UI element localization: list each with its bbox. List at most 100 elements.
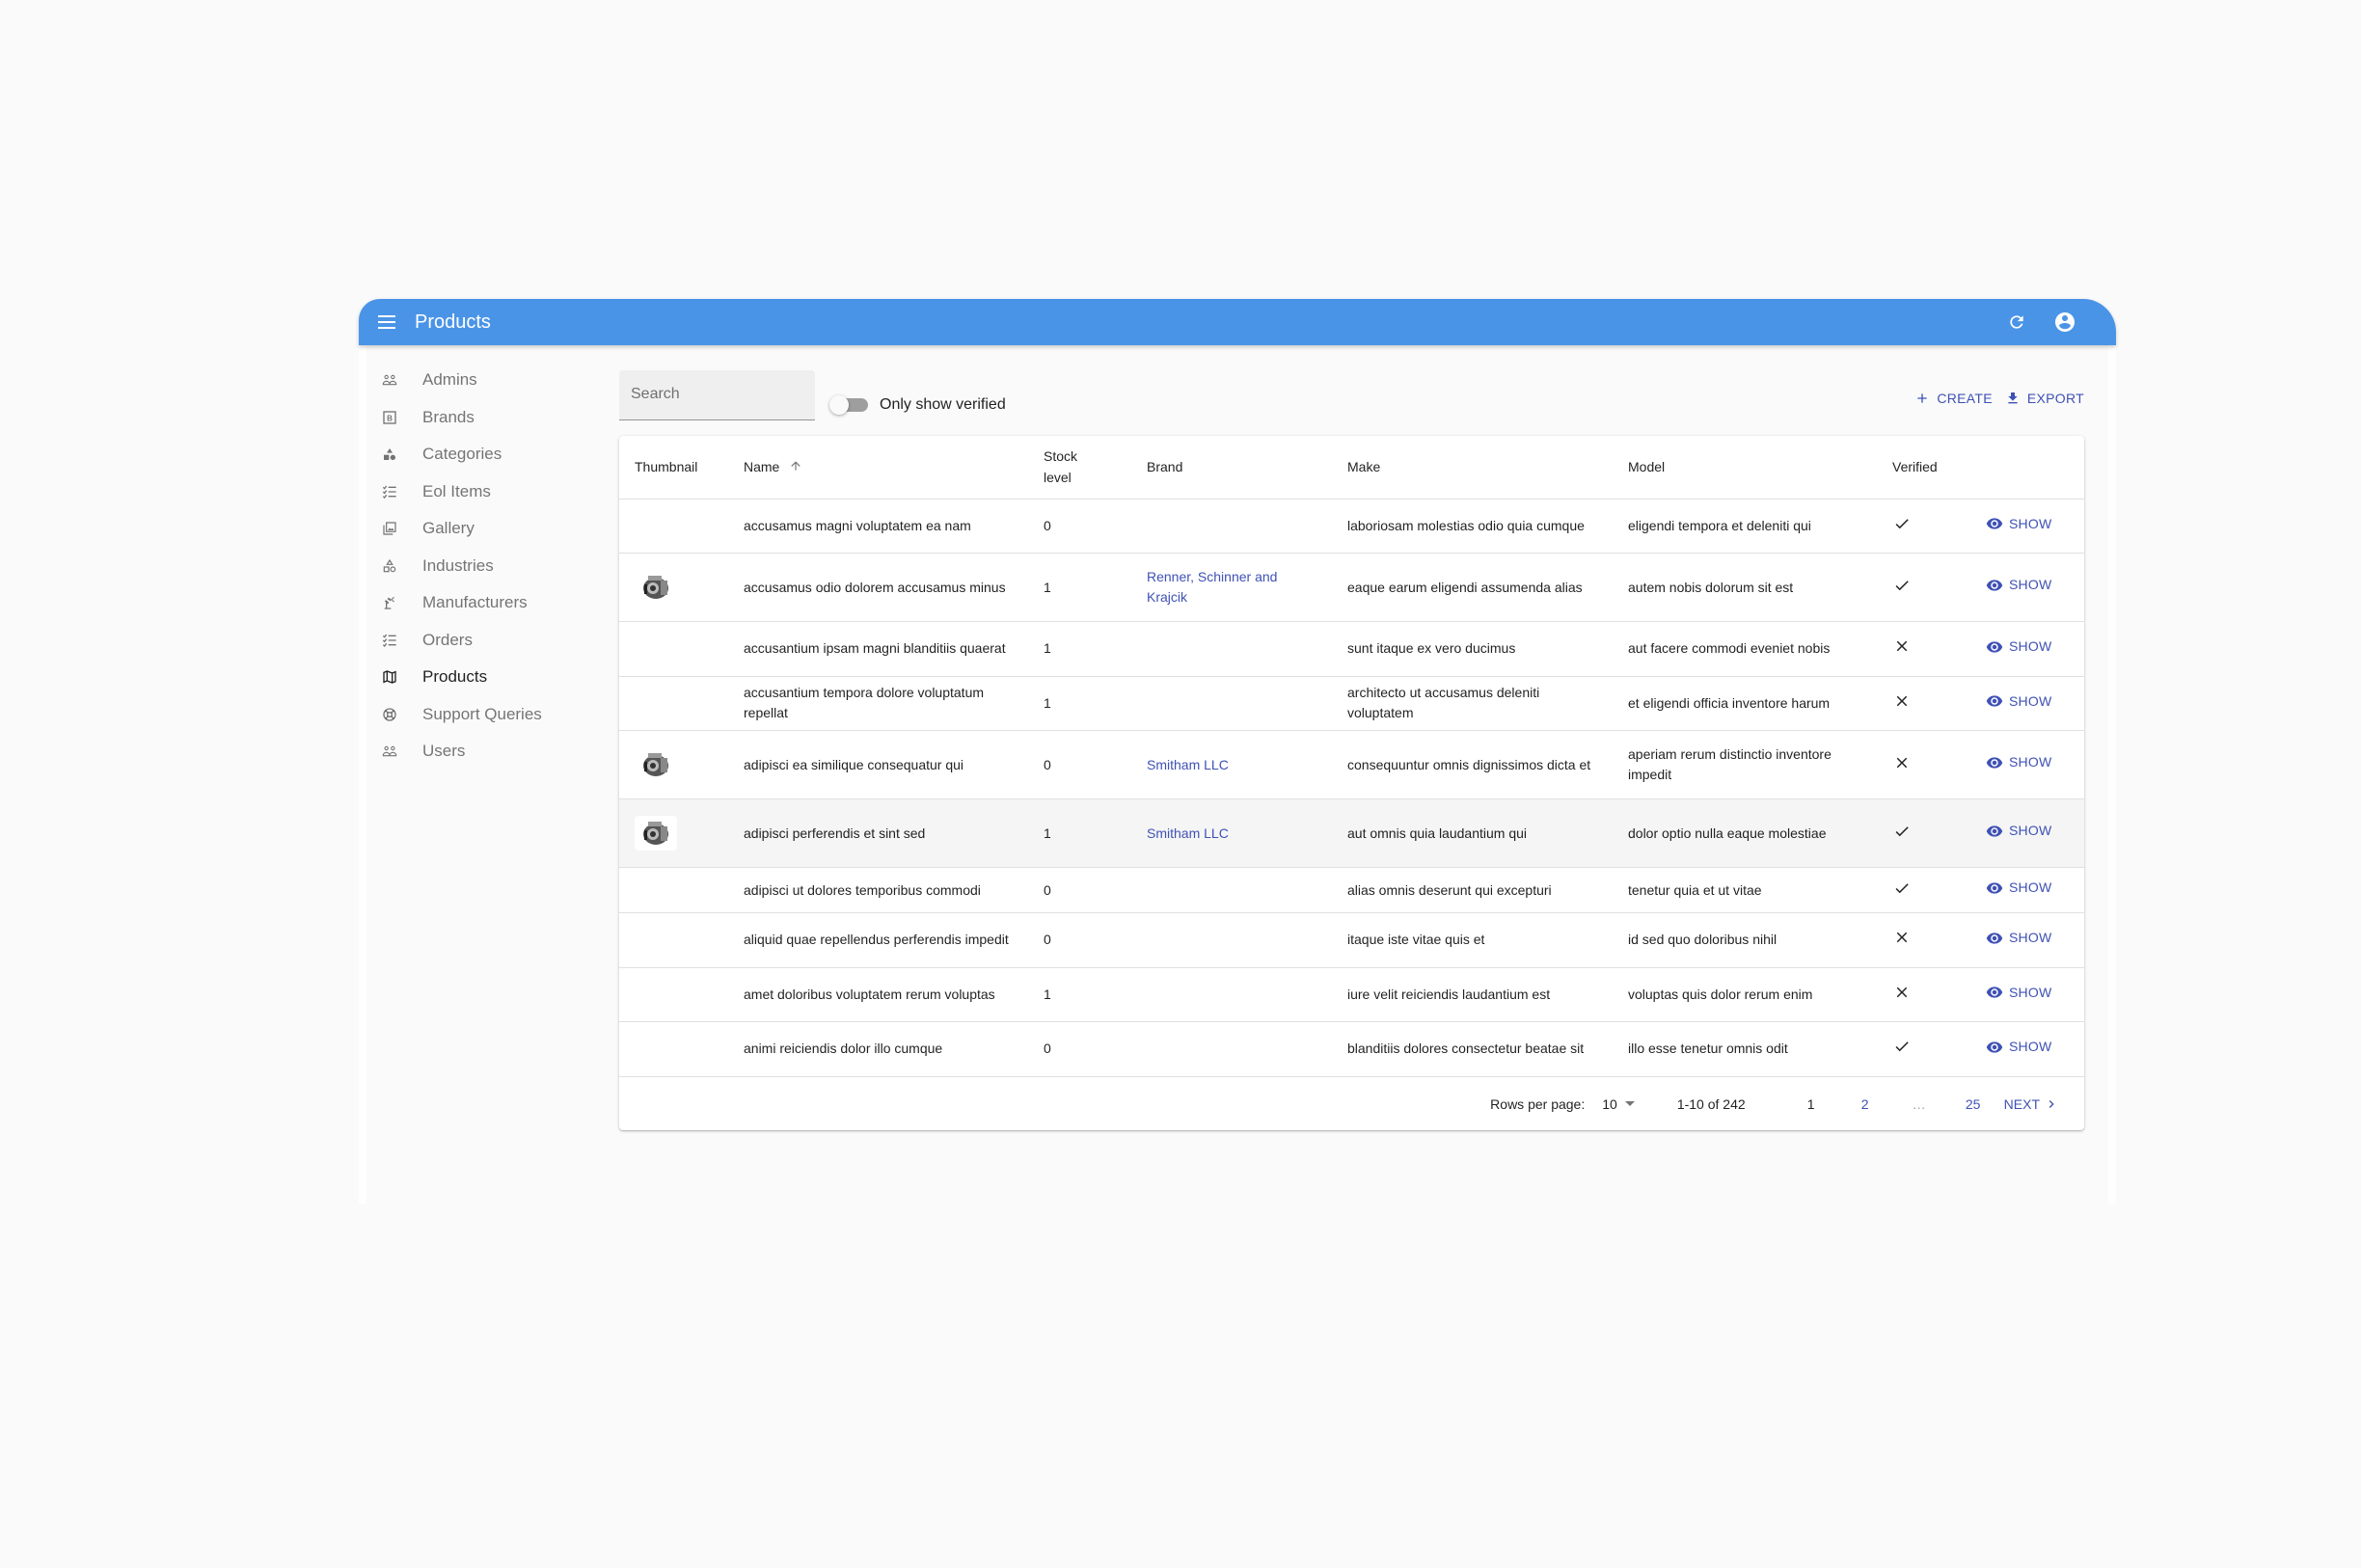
page-1-button[interactable]: 1 (1802, 1096, 1821, 1112)
export-label: EXPORT (2026, 391, 2084, 406)
verified-cell (1877, 499, 1970, 554)
sidebar-item-industries[interactable]: Industries (381, 548, 612, 585)
name-cell: accusamus magni voluptatem ea nam (728, 499, 1028, 554)
search-field[interactable] (619, 370, 815, 420)
name-cell: aliquid quae repellendus perferendis imp… (728, 912, 1028, 968)
show-button[interactable]: SHOW (1986, 1037, 2051, 1057)
make-cell: itaque iste vitae quis et (1332, 912, 1613, 968)
create-button[interactable]: CREATE (1913, 390, 1993, 407)
show-label: SHOW (2009, 577, 2052, 593)
people-icon (381, 371, 398, 389)
brand-link[interactable]: Smitham LLC (1147, 757, 1229, 772)
sidebar-item-admins[interactable]: Admins (381, 362, 612, 399)
export-button[interactable]: EXPORT (2004, 390, 2084, 407)
toggle-switch[interactable] (829, 395, 868, 415)
make-cell: architecto ut accusamus deleniti volupta… (1332, 676, 1613, 731)
sidebar-item-gallery[interactable]: Gallery (381, 510, 612, 548)
column-header-stock-level[interactable]: Stock level (1028, 436, 1131, 500)
thumbnail-cell (619, 730, 728, 799)
next-page-button[interactable]: NEXT (2004, 1096, 2059, 1112)
show-button[interactable]: SHOW (1986, 878, 2051, 898)
sidebar-item-support-queries[interactable]: Support Queries (381, 696, 612, 734)
sidebar-item-label: Users (422, 742, 466, 761)
table-row[interactable]: adipisci ea similique consequatur qui 0 Sm… (619, 730, 2084, 799)
sort-ascending-icon[interactable] (789, 457, 802, 478)
sidebar-item-manufacturers[interactable]: Manufacturers (381, 584, 612, 622)
menu-button[interactable] (376, 311, 399, 334)
table-row[interactable]: adipisci perferendis et sint sed 1 Smitham… (619, 798, 2084, 868)
show-button[interactable]: SHOW (1986, 928, 2051, 948)
products-datagrid: Thumbnail Name Stock level Brand Make Mo… (619, 436, 2084, 1130)
actions-cell: SHOW (1970, 621, 2084, 677)
product-thumbnail-image (635, 570, 677, 605)
actions-cell: SHOW (1970, 553, 2084, 622)
table-row[interactable]: animi reiciendis dolor illo cumque 0 bland… (619, 1021, 2084, 1077)
refresh-button[interactable] (2002, 308, 2031, 337)
eye-icon (1986, 930, 2003, 947)
table-row[interactable]: accusantium tempora dolore voluptatum re… (619, 676, 2084, 731)
column-header-brand[interactable]: Brand (1131, 436, 1332, 500)
column-header-make[interactable]: Make (1332, 436, 1613, 500)
book-map-icon (381, 668, 398, 686)
stock-level-cell: 1 (1028, 553, 1131, 622)
eye-icon (1986, 1039, 2003, 1056)
check-icon (1892, 514, 1912, 533)
show-button[interactable]: SHOW (1986, 691, 2051, 712)
rows-per-page-select[interactable]: 10 (1602, 1096, 1635, 1112)
table-row[interactable]: accusamus magni voluptatem ea nam 0 labori… (619, 499, 2084, 554)
brand-link[interactable]: Renner, Schinner and Krajcik (1147, 569, 1277, 605)
brand-b-icon: B (381, 409, 398, 426)
model-cell: illo esse tenetur omnis odit (1613, 1021, 1877, 1077)
model-cell: tenetur quia et ut vitae (1613, 867, 1877, 913)
only-verified-toggle[interactable]: Only show verified (829, 395, 1006, 415)
make-cell: blanditiis dolores consectetur beatae si… (1332, 1021, 1613, 1077)
verified-cell (1877, 621, 1970, 677)
table-row[interactable]: aliquid quae repellendus perferendis imp… (619, 912, 2084, 968)
eye-icon (1986, 692, 2003, 710)
stock-header-line1: Stock (1044, 448, 1078, 465)
sidebar-item-orders[interactable]: Orders (381, 622, 612, 660)
pagination: Rows per page: 10 1-10 of 242 1 2 … 25 N… (619, 1077, 2084, 1131)
sidebar-item-users[interactable]: Users (381, 733, 612, 770)
make-cell: laboriosam molestias odio quia cumque (1332, 499, 1613, 554)
precision-manufacturing-icon (381, 594, 398, 611)
sidebar-item-categories[interactable]: Categories (381, 436, 612, 473)
column-header-model[interactable]: Model (1613, 436, 1877, 500)
model-cell: voluptas quis dolor rerum enim (1613, 967, 1877, 1022)
show-button[interactable]: SHOW (1986, 821, 2051, 841)
thumbnail-cell (619, 553, 728, 622)
verified-cell (1877, 867, 1970, 913)
page-2-button[interactable]: 2 (1856, 1096, 1875, 1112)
show-button[interactable]: SHOW (1986, 983, 2051, 1003)
page-25-button[interactable]: 25 (1964, 1096, 1983, 1112)
sidebar-item-label: Products (422, 667, 488, 687)
model-cell: autem nobis dolorum sit est (1613, 553, 1877, 622)
table-row[interactable]: amet doloribus voluptatem rerum voluptas… (619, 967, 2084, 1022)
show-button[interactable]: SHOW (1986, 575, 2051, 595)
close-icon (1892, 983, 1912, 1002)
dropdown-caret-icon (1624, 1101, 1635, 1106)
show-button[interactable]: SHOW (1986, 752, 2051, 772)
show-button[interactable]: SHOW (1986, 514, 2051, 534)
account-button[interactable] (2050, 308, 2079, 337)
close-icon (1892, 928, 1912, 947)
column-header-verified[interactable]: Verified (1877, 436, 1970, 500)
show-button[interactable]: SHOW (1986, 636, 2051, 657)
product-thumbnail-image (635, 747, 677, 782)
sidebar-item-label: Industries (422, 555, 494, 575)
table-row[interactable]: accusantium ipsam magni blanditiis quaer… (619, 621, 2084, 677)
name-cell: accusamus odio dolorem accusamus minus (728, 553, 1028, 622)
brand-link[interactable]: Smitham LLC (1147, 825, 1229, 841)
sidebar: Admins B Brands Categories Eol Items Gallery I… (381, 362, 612, 770)
show-label: SHOW (2009, 692, 2052, 709)
search-input[interactable] (631, 386, 803, 403)
sidebar-item-eol-items[interactable]: Eol Items (381, 473, 612, 511)
table-row[interactable]: accusamus odio dolorem accusamus minus 1 R… (619, 553, 2084, 622)
column-header-name[interactable]: Name (728, 436, 1028, 500)
table-row[interactable]: adipisci ut dolores temporibus commodi 0 a… (619, 867, 2084, 913)
sidebar-item-brands[interactable]: B Brands (381, 399, 612, 437)
sidebar-item-products[interactable]: Products (381, 659, 612, 696)
chevron-right-icon (2044, 1096, 2059, 1112)
make-cell: eaque earum eligendi assumenda alias (1332, 553, 1613, 622)
verified-cell (1877, 967, 1970, 1022)
